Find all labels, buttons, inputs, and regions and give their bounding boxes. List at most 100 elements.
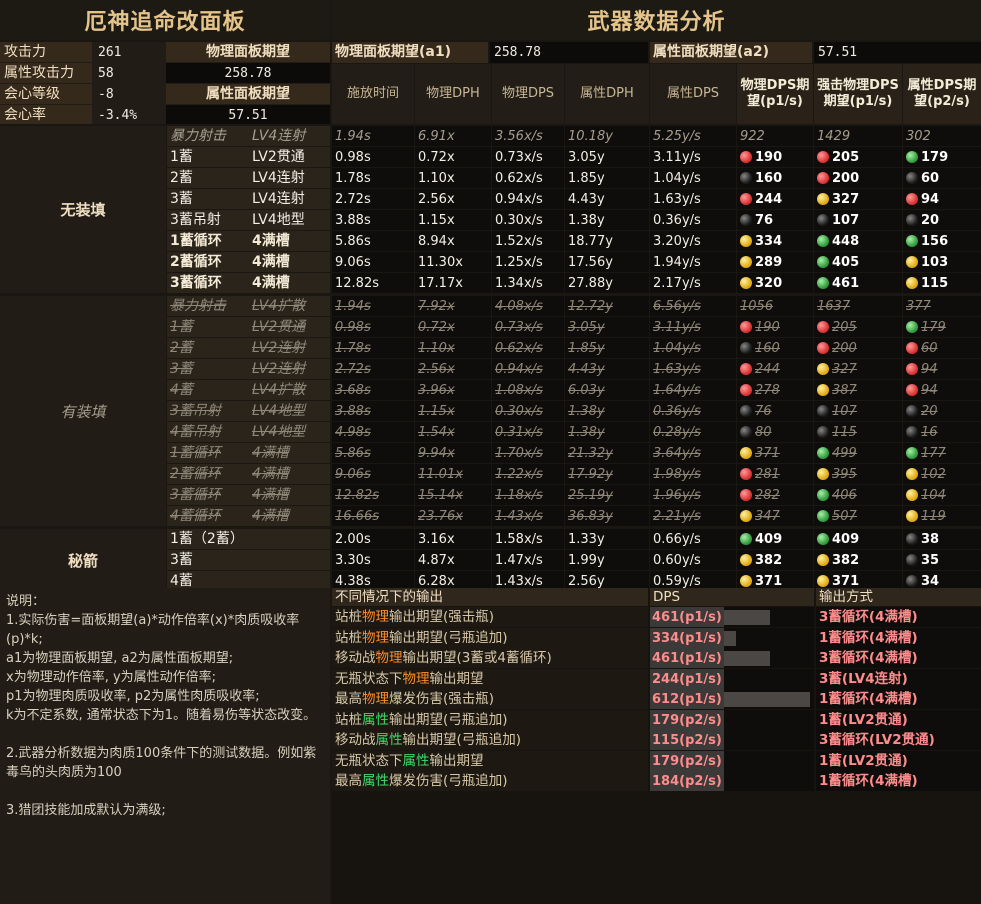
table-cell: 23.76x <box>415 506 491 526</box>
table-cell: 0.66y/s <box>650 529 736 549</box>
a2-label: 属性面板期望(a2) <box>650 42 812 63</box>
group-label: 秘箭 <box>0 529 166 591</box>
stat-value-attack[interactable]: 261 <box>94 42 164 62</box>
table-cell: 80 <box>737 422 813 442</box>
table-cell: 0.98s <box>332 147 414 167</box>
table-cell: 94 <box>903 380 981 400</box>
dps-expect-value: 289 <box>755 255 783 270</box>
summary-method: 1蓄循环(4满槽) <box>816 689 981 709</box>
table-cell: 347 <box>737 506 813 526</box>
yellow-dot-icon <box>817 468 829 480</box>
black-dot-icon <box>740 426 752 438</box>
black-dot-icon <box>740 342 752 354</box>
table-cell: 302 <box>903 126 981 146</box>
summary-row-label: 站桩属性输出期望(弓瓶追加) <box>332 709 648 730</box>
dps-expect-value: 179 <box>921 320 946 335</box>
table-cell: 1.38y <box>565 210 649 230</box>
table-cell: 1.94s <box>332 296 414 316</box>
table-cell: 0.72x <box>415 147 491 167</box>
table-cell: 2.17y/s <box>650 273 736 293</box>
yellow-dot-icon <box>817 554 829 566</box>
table-cell: 3.96x <box>415 380 491 400</box>
row-shot-type: 4满槽 <box>249 231 330 251</box>
table-cell: 25.19y <box>565 485 649 505</box>
summary-method: 3蓄(LV4连射) <box>816 668 981 689</box>
row-action-label: 4蓄吊射 <box>167 422 249 442</box>
dps-expect-value: 347 <box>755 509 780 524</box>
row-shot-type: LV2连射 <box>249 359 330 379</box>
table-cell: 6.03y <box>565 380 649 400</box>
a2-value: 57.51 <box>814 42 981 63</box>
red-dot-icon <box>906 342 918 354</box>
dps-expect-value: 200 <box>832 171 860 186</box>
row-action-label: 1蓄（2蓄） <box>167 529 249 549</box>
row-action-label: 暴力射击 <box>167 126 249 146</box>
table-cell: 499 <box>814 443 902 463</box>
table-cell: 3.30s <box>332 550 414 570</box>
table-cell: 3.88s <box>332 210 414 230</box>
table-cell: 1.64y/s <box>650 380 736 400</box>
summary-label-prefix: 最高 <box>335 691 362 707</box>
red-dot-icon <box>740 363 752 375</box>
stat-label-attack: 攻击力 <box>0 42 92 62</box>
table-cell: 1.10x <box>415 168 491 188</box>
table-cell: 16.66s <box>332 506 414 526</box>
right-title: 武器数据分析 <box>332 0 981 40</box>
stat-value-crit-rate[interactable]: -3.4% <box>94 105 164 124</box>
green-dot-icon <box>906 447 918 459</box>
table-cell: 16 <box>903 422 981 442</box>
black-dot-icon <box>817 405 829 417</box>
mid-phys-label: 物理面板期望 <box>166 42 330 62</box>
dps-expect-value: 320 <box>755 276 783 291</box>
table-cell: 4.43y <box>565 359 649 379</box>
summary-method: 3蓄循环(4满槽) <box>816 648 981 668</box>
table-cell: 461 <box>814 273 902 293</box>
table-cell: 382 <box>737 550 813 570</box>
green-dot-icon <box>817 256 829 268</box>
dps-expect-value: 35 <box>921 553 940 568</box>
summary-dps-cell: 184(p2/s) <box>650 771 814 791</box>
stat-label-crit-rate: 会心率 <box>0 105 92 124</box>
summary-dps-cell: 461(p1/s) <box>650 607 814 627</box>
table-cell: 7.92x <box>415 296 491 316</box>
table-cell: 922 <box>737 126 813 146</box>
group-label: 有装填 <box>0 296 166 526</box>
summary-label-type: 属性 <box>375 732 403 748</box>
green-dot-icon <box>906 321 918 333</box>
summary-label-type: 物理 <box>362 609 389 625</box>
table-cell: 244 <box>737 359 813 379</box>
stat-value-crit-level[interactable]: -8 <box>94 84 164 104</box>
table-cell: 8.94x <box>415 231 491 251</box>
summary-method: 1蓄(LV2贯通) <box>816 750 981 771</box>
row-action-label: 3蓄 <box>167 550 249 570</box>
row-action-label: 1蓄循环 <box>167 231 249 251</box>
table-cell: 4.43y <box>565 189 649 209</box>
table-cell: 2.00s <box>332 529 414 549</box>
notes-panel: 说明： 1.实际伤害=面板期望(a)*动作倍率(x)*肉质吸收率(p)*k; a… <box>0 588 330 904</box>
row-action-label: 3蓄循环 <box>167 273 249 293</box>
yellow-dot-icon <box>740 510 752 522</box>
table-cell: 1.94s <box>332 126 414 146</box>
dps-expect-value: 60 <box>921 171 940 186</box>
yellow-dot-icon <box>906 468 918 480</box>
table-cell: 17.56y <box>565 252 649 272</box>
table-cell: 0.36y/s <box>650 401 736 421</box>
table-cell: 0.73x/s <box>492 147 564 167</box>
table-cell: 1.54x <box>415 422 491 442</box>
row-action-label: 暴力射击 <box>167 296 249 316</box>
table-cell: 2.72s <box>332 359 414 379</box>
table-cell: 20 <box>903 401 981 421</box>
table-cell: 3.64y/s <box>650 443 736 463</box>
table-cell: 2.56x <box>415 189 491 209</box>
table-cell: 1.94y/s <box>650 252 736 272</box>
table-cell: 1.18x/s <box>492 485 564 505</box>
dps-expect-value: 38 <box>921 532 940 547</box>
table-cell: 190 <box>737 147 813 167</box>
dps-expect-value: 80 <box>755 425 772 440</box>
mid-phys-value: 258.78 <box>166 63 330 83</box>
table-cell: 12.82s <box>332 273 414 293</box>
summary-row-label: 站桩物理输出期望(弓瓶追加) <box>332 627 648 648</box>
stat-value-element[interactable]: 58 <box>94 63 164 83</box>
table-cell: 3.16x <box>415 529 491 549</box>
table-cell: 0.62x/s <box>492 338 564 358</box>
